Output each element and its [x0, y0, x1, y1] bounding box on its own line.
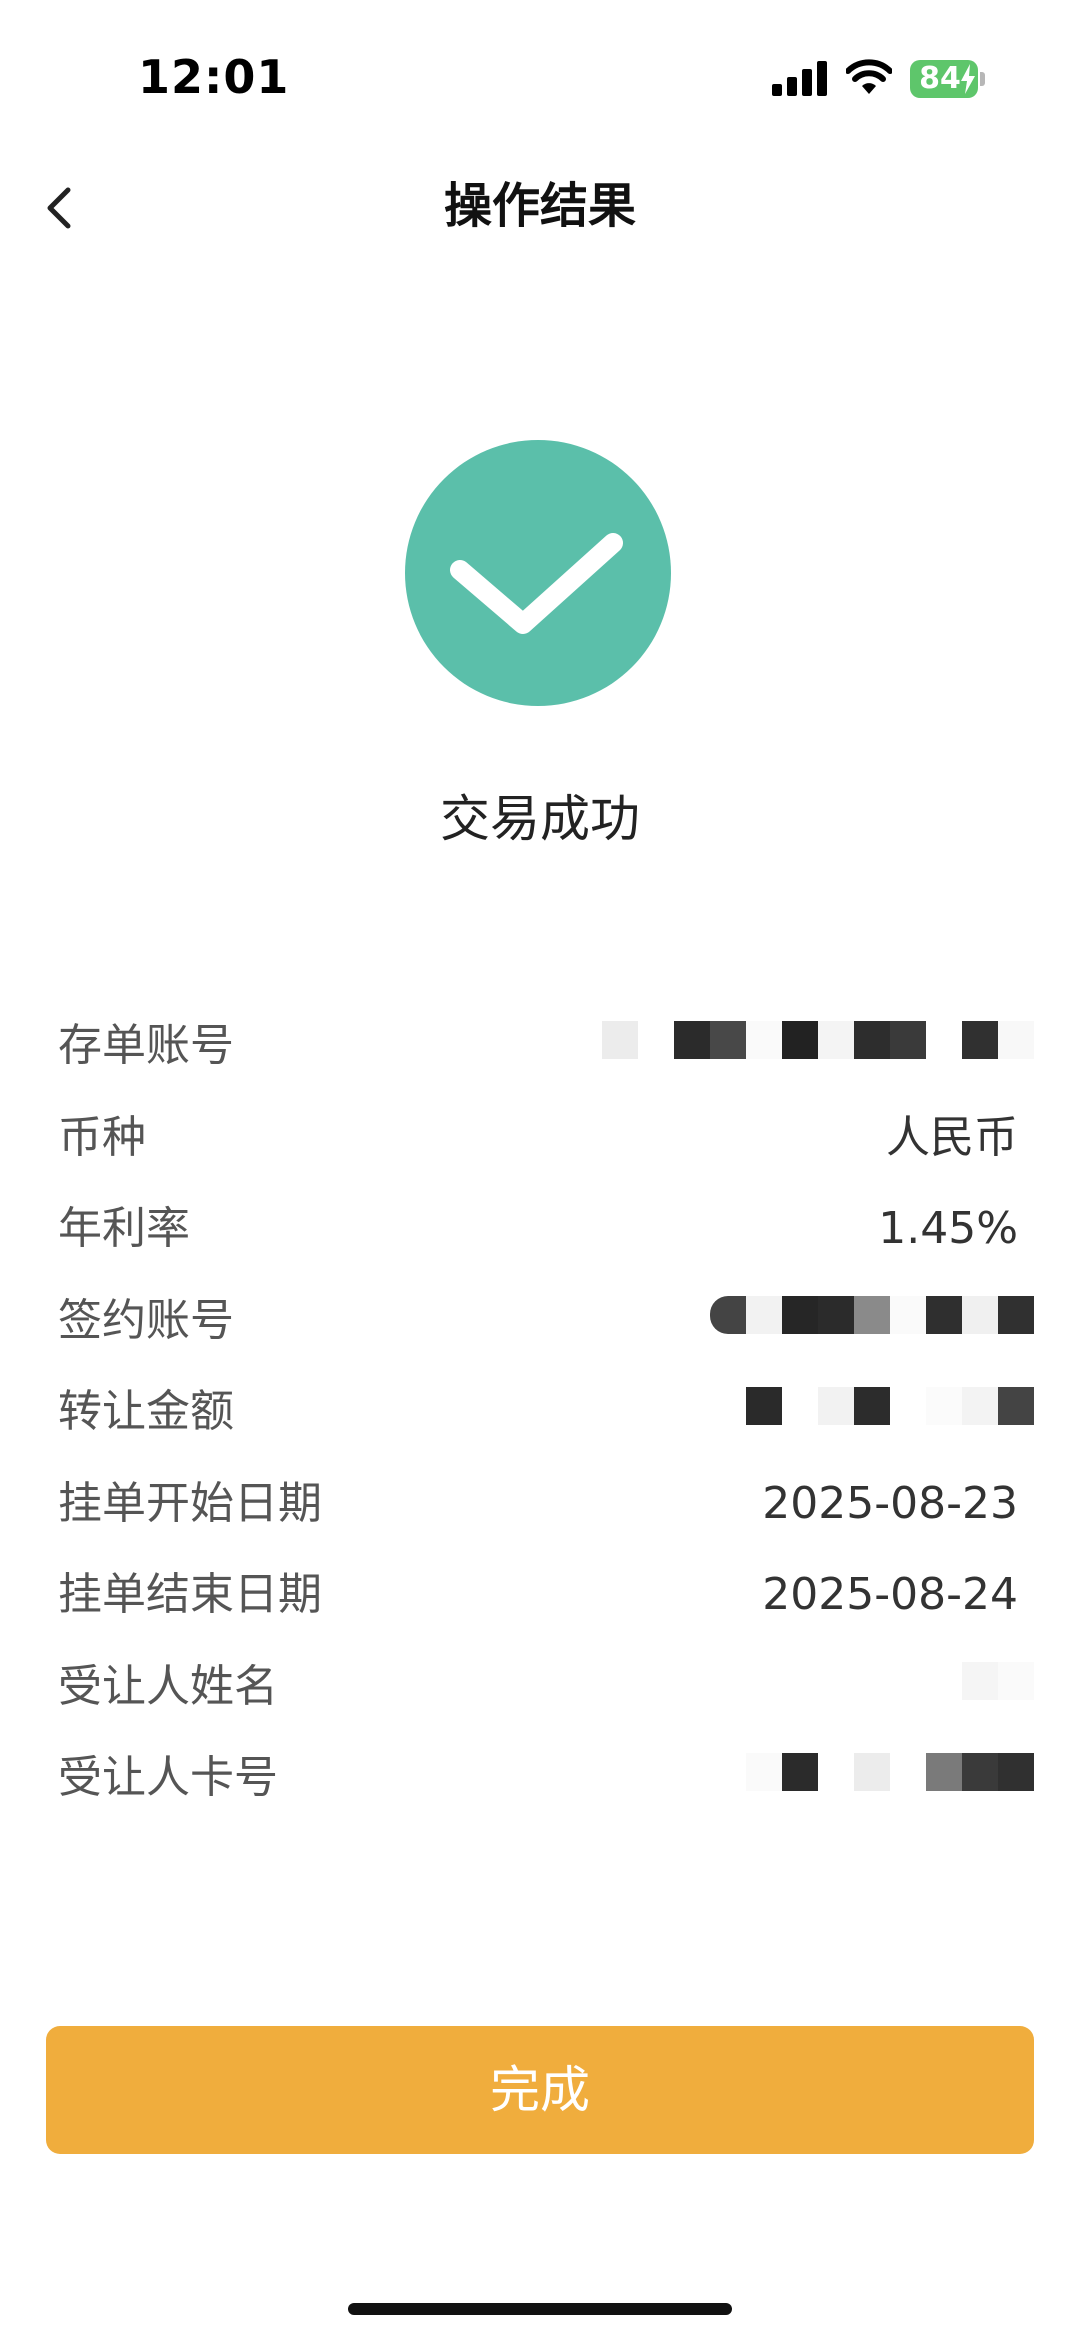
home-indicator[interactable]	[348, 2303, 732, 2315]
detail-label: 受让人卡号	[58, 1752, 278, 1803]
signal-icon	[772, 61, 827, 96]
detail-label: 存单账号	[58, 1020, 234, 1071]
status-time: 12:01	[138, 50, 290, 104]
detail-row-transferee-card: 受让人卡号	[0, 1736, 1080, 1828]
detail-value: 2025-08-24	[762, 1569, 1018, 1620]
detail-label: 币种	[58, 1111, 146, 1163]
detail-list: 存单账号 币种 人民币 年利率 1.45% 签约账号 转让金额 挂单开始日期 2…	[0, 1004, 1080, 1828]
charging-bolt-icon	[961, 64, 975, 94]
detail-value: 人民币	[886, 1111, 1018, 1163]
detail-row-deposit-account: 存单账号	[0, 1004, 1080, 1096]
detail-label: 年利率	[58, 1203, 190, 1254]
detail-label: 挂单结束日期	[58, 1569, 322, 1620]
redacted-value	[602, 1020, 1034, 1060]
wifi-icon	[846, 59, 892, 94]
detail-row-transfer-amount: 转让金额	[0, 1370, 1080, 1462]
detail-row-currency: 币种 人民币	[0, 1096, 1080, 1188]
success-circle	[405, 440, 671, 706]
redacted-value	[962, 1661, 1034, 1701]
detail-label: 受让人姓名	[58, 1660, 278, 1712]
detail-value: 2025-08-23	[762, 1477, 1018, 1529]
result-text: 交易成功	[440, 790, 640, 848]
redacted-value	[746, 1386, 1034, 1426]
done-button[interactable]: 完成	[46, 2026, 1034, 2154]
battery-icon: 84	[910, 60, 986, 98]
detail-row-transferee-name: 受让人姓名	[0, 1645, 1080, 1737]
battery-level: 84	[919, 61, 961, 96]
detail-label: 挂单开始日期	[58, 1477, 322, 1529]
battery-cap	[980, 72, 985, 86]
detail-value: 1.45%	[878, 1203, 1018, 1254]
redacted-value	[710, 1295, 1034, 1335]
detail-row-contract-account: 签约账号	[0, 1279, 1080, 1371]
redacted-value	[746, 1752, 1034, 1792]
status-bar: 12:01 84	[0, 0, 1080, 150]
detail-label: 转让金额	[58, 1386, 234, 1437]
check-circle-icon	[405, 440, 671, 706]
detail-row-listing-end-date: 挂单结束日期 2025-08-24	[0, 1553, 1080, 1645]
detail-row-annual-rate: 年利率 1.45%	[0, 1187, 1080, 1279]
page-title: 操作结果	[443, 178, 636, 234]
battery-body: 84	[910, 60, 978, 98]
detail-label: 签约账号	[58, 1294, 234, 1346]
detail-row-listing-start-date: 挂单开始日期 2025-08-23	[0, 1462, 1080, 1554]
